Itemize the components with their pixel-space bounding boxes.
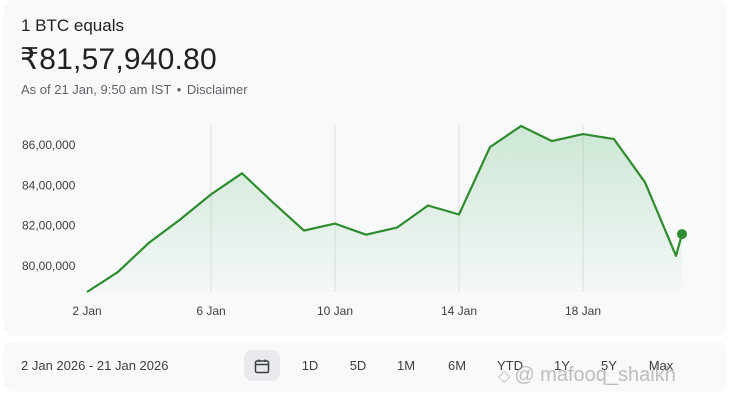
x-tick-label: 6 Jan (196, 304, 225, 318)
x-tick-label: 14 Jan (441, 304, 477, 318)
price-chart[interactable]: 80,00,000 82,00,000 84,00,000 86,00,000 2 J… (0, 0, 736, 336)
y-tick-label: 82,00,000 (22, 219, 76, 233)
last-price-dot[interactable] (677, 229, 687, 240)
period-1m[interactable]: 1M (397, 358, 415, 373)
price-area (87, 126, 682, 292)
x-tick-label: 10 Jan (317, 304, 353, 318)
period-max[interactable]: Max (649, 358, 674, 373)
y-tick-label: 84,00,000 (22, 178, 76, 192)
x-tick-label: 2 Jan (72, 304, 101, 318)
y-tick-label: 80,00,000 (22, 259, 76, 273)
period-5d[interactable]: 5D (350, 358, 367, 373)
period-1d[interactable]: 1D (302, 358, 319, 373)
calendar-icon (254, 359, 270, 373)
period-6m[interactable]: 6M (448, 358, 466, 373)
date-range: 2 Jan 2026 - 21 Jan 2026 (21, 358, 169, 373)
x-tick-label: 18 Jan (565, 304, 601, 318)
period-1y[interactable]: 1Y (554, 358, 570, 373)
y-tick-label: 86,00,000 (22, 138, 76, 152)
period-5y[interactable]: 5Y (601, 358, 617, 373)
period-ytd[interactable]: YTD (497, 358, 523, 373)
calendar-button[interactable] (244, 350, 280, 381)
